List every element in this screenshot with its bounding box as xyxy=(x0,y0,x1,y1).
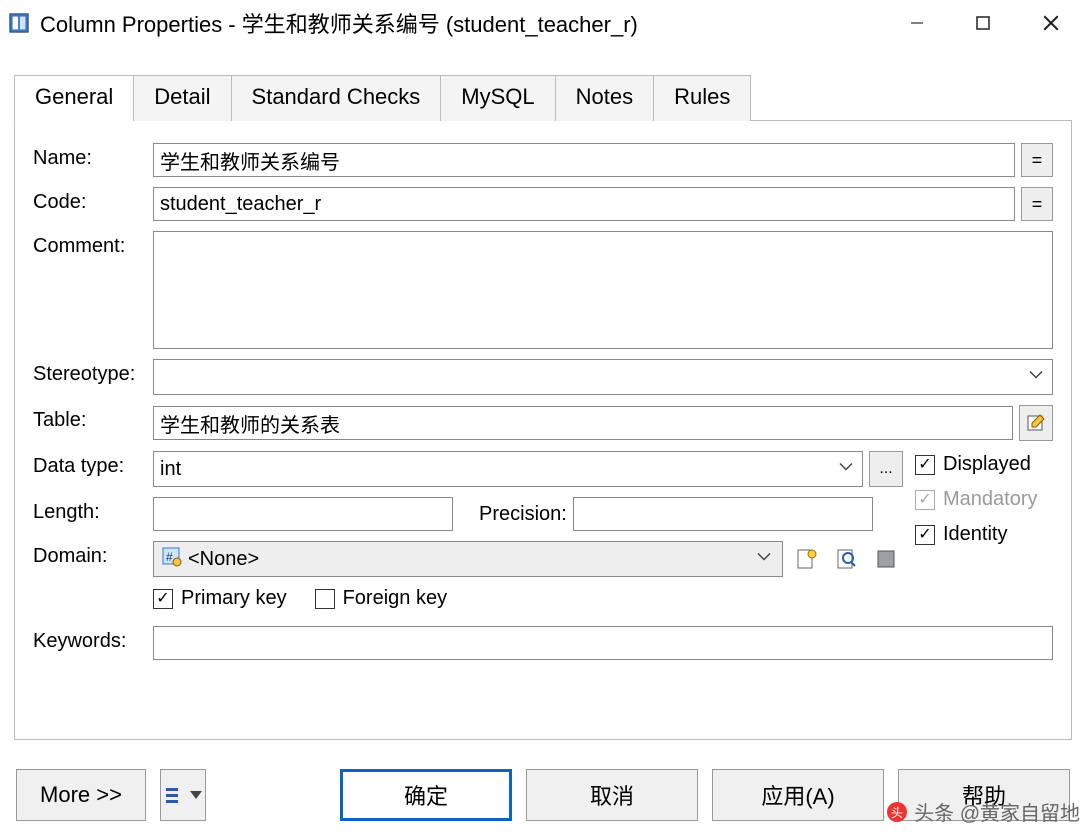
keywords-input[interactable] xyxy=(153,626,1053,660)
chevron-down-icon xyxy=(756,548,772,571)
length-input[interactable] xyxy=(153,497,453,531)
domain-properties-button[interactable] xyxy=(869,541,903,577)
tab-detail[interactable]: Detail xyxy=(133,75,231,121)
code-equals-button[interactable]: = xyxy=(1021,187,1053,221)
primary-key-checkbox[interactable]: ✓Primary key xyxy=(153,587,287,610)
tools-icon xyxy=(164,785,184,805)
minimize-button[interactable] xyxy=(884,0,950,46)
comment-label: Comment: xyxy=(33,231,153,258)
datatype-combo[interactable]: int xyxy=(153,451,863,487)
more-button[interactable]: More >> xyxy=(16,769,146,821)
datatype-value: int xyxy=(160,458,181,481)
displayed-checkbox[interactable]: ✓Displayed xyxy=(915,453,1053,476)
tab-mysql[interactable]: MySQL xyxy=(440,75,555,121)
mandatory-checkbox[interactable]: ✓Mandatory xyxy=(915,488,1053,511)
name-equals-button[interactable]: = xyxy=(1021,143,1053,177)
domain-label: Domain: xyxy=(33,541,153,568)
dialog-footer: More >> 确定 取消 应用(A) 帮助 xyxy=(0,756,1086,834)
foreign-key-checkbox[interactable]: Foreign key xyxy=(315,587,448,610)
name-input[interactable] xyxy=(153,143,1015,177)
stereotype-label: Stereotype: xyxy=(33,359,153,386)
app-icon xyxy=(8,12,30,34)
comment-textarea[interactable] xyxy=(153,231,1053,349)
keywords-label: Keywords: xyxy=(33,626,153,653)
maximize-button[interactable] xyxy=(950,0,1016,46)
table-properties-button[interactable] xyxy=(1019,405,1053,441)
chevron-down-icon xyxy=(190,791,202,799)
title-bar: Column Properties - 学生和教师关系编号 (student_t… xyxy=(0,0,1086,46)
domain-new-button[interactable] xyxy=(789,541,823,577)
chevron-down-icon xyxy=(838,458,854,481)
domain-find-button[interactable] xyxy=(829,541,863,577)
tab-general[interactable]: General xyxy=(14,75,134,121)
tab-standard-checks[interactable]: Standard Checks xyxy=(231,75,442,121)
chevron-down-icon xyxy=(1028,366,1044,389)
domain-combo[interactable]: # <None> xyxy=(153,541,783,577)
table-label: Table: xyxy=(33,405,153,432)
domain-icon: # xyxy=(160,545,182,573)
tab-rules[interactable]: Rules xyxy=(653,75,751,121)
domain-value: <None> xyxy=(188,548,259,571)
code-input[interactable] xyxy=(153,187,1015,221)
datatype-browse-button[interactable]: ... xyxy=(869,451,903,487)
stereotype-combo[interactable] xyxy=(153,359,1053,395)
identity-checkbox[interactable]: ✓Identity xyxy=(915,523,1053,546)
tab-strip: General Detail Standard Checks MySQL Not… xyxy=(14,74,1072,120)
apply-button[interactable]: 应用(A) xyxy=(712,769,884,821)
window-controls xyxy=(884,0,1086,46)
length-label: Length: xyxy=(33,497,153,524)
code-label: Code: xyxy=(33,187,153,214)
table-input[interactable] xyxy=(153,406,1013,440)
help-button[interactable]: 帮助 xyxy=(898,769,1070,821)
tab-notes[interactable]: Notes xyxy=(555,75,654,121)
datatype-label: Data type: xyxy=(33,451,153,478)
precision-input[interactable] xyxy=(573,497,873,531)
cancel-button[interactable]: 取消 xyxy=(526,769,698,821)
tab-panel-general: Name: = Code: = Comment: Stereotype: xyxy=(14,120,1072,740)
ok-button[interactable]: 确定 xyxy=(340,769,512,821)
tools-menu-button[interactable] xyxy=(160,769,206,821)
name-label: Name: xyxy=(33,143,153,170)
close-button[interactable] xyxy=(1016,0,1086,46)
precision-label: Precision: xyxy=(479,503,567,526)
window-title: Column Properties - 学生和教师关系编号 (student_t… xyxy=(40,7,884,39)
svg-text:#: # xyxy=(166,550,173,564)
